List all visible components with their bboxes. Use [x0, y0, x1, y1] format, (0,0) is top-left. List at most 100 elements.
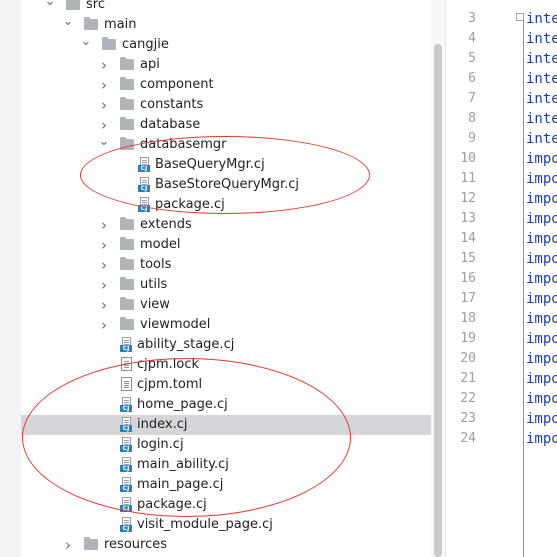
line-number: 16 [460, 271, 476, 286]
code-line[interactable]: inte [526, 129, 557, 149]
code-line[interactable]: impo [526, 329, 557, 349]
code-line[interactable]: impo [526, 189, 557, 209]
chevron-right-icon[interactable]: › [98, 275, 110, 295]
folder-icon [120, 217, 134, 230]
folder-icon [120, 297, 134, 310]
line-number: 17 [460, 291, 476, 306]
tree-file-main-ability-cj[interactable]: CJ main_ability.cj [21, 455, 431, 475]
chevron-down-icon[interactable]: ⌄ [98, 135, 110, 155]
tree-file-cjpm-lock[interactable]: cjpm.lock [21, 355, 431, 375]
code-line[interactable]: impo [526, 249, 557, 269]
code-line[interactable]: impo [526, 429, 557, 449]
tree-folder-api[interactable]: › api [21, 55, 431, 75]
tree-file-main-page-cj[interactable]: CJ main_page.cj [21, 475, 431, 495]
chevron-down-icon[interactable]: ⌄ [44, 0, 56, 15]
line-number: 9 [468, 131, 476, 146]
code-line[interactable]: impo [526, 269, 557, 289]
code-line[interactable]: impo [526, 169, 557, 189]
project-tree[interactable]: ⌄ src ⌄ main ⌄ cangjie › api › component › constant… [21, 0, 431, 557]
tree-item-label: cjpm.toml [137, 377, 203, 392]
tree-file-visit-module-page-cj[interactable]: CJ visit_module_page.cj [21, 515, 431, 535]
tree-file-index-cj[interactable]: CJ index.cj [21, 415, 431, 435]
code-guide-line [523, 20, 524, 557]
tree-folder-constants[interactable]: › constants [21, 95, 431, 115]
tree-folder-view[interactable]: › view [21, 295, 431, 315]
tree-file-package-cj[interactable]: CJ package.cj [21, 195, 431, 215]
chevron-right-icon[interactable]: › [98, 55, 110, 75]
code-line[interactable]: impo [526, 309, 557, 329]
chevron-right-icon[interactable]: › [98, 255, 110, 275]
tree-folder-database[interactable]: › database [21, 115, 431, 135]
cj-file-icon: CJ [120, 457, 133, 472]
tree-item-label: cangjie [122, 37, 169, 52]
tree-item-label: home_page.cj [137, 397, 228, 412]
tree-folder-src[interactable]: ⌄ src [21, 0, 431, 15]
folder-icon [120, 277, 134, 290]
chevron-down-icon[interactable]: ⌄ [80, 35, 92, 55]
tree-folder-cangjie[interactable]: ⌄ cangjie [21, 35, 431, 55]
tree-item-label: component [140, 77, 214, 92]
code-line[interactable]: impo [526, 289, 557, 309]
tree-item-label: ability_stage.cj [137, 337, 235, 352]
code-line[interactable]: inte [526, 109, 557, 129]
cj-file-icon: CJ [120, 437, 133, 452]
line-number: 21 [460, 371, 476, 386]
tree-item-label: database [140, 117, 201, 132]
chevron-right-icon[interactable]: › [98, 75, 110, 95]
tree-folder-resources[interactable]: › resources [21, 535, 431, 555]
chevron-right-icon[interactable]: › [62, 535, 74, 555]
tree-item-label: extends [140, 217, 192, 232]
code-line[interactable]: inte [526, 49, 557, 69]
tree-file-login-cj[interactable]: CJ login.cj [21, 435, 431, 455]
tree-item-label: login.cj [137, 437, 184, 452]
tree-item-label: index.cj [137, 417, 188, 432]
code-editor[interactable]: 3 inte 4 inte 5 inte 6 inte 7 inte 8 inte 9 inte 10 imp… [446, 0, 557, 557]
line-number: 23 [460, 411, 476, 426]
tree-file-cjpm-toml[interactable]: cjpm.toml [21, 375, 431, 395]
code-line[interactable]: impo [526, 209, 557, 229]
chevron-right-icon[interactable]: › [98, 295, 110, 315]
code-line[interactable]: impo [526, 229, 557, 249]
tree-file-ability-stage-cj[interactable]: CJ ability_stage.cj [21, 335, 431, 355]
line-number: 24 [460, 431, 476, 446]
tree-folder-extends[interactable]: › extends [21, 215, 431, 235]
tree-scrollbar-thumb[interactable] [434, 44, 442, 557]
code-line[interactable]: inte [526, 89, 557, 109]
chevron-down-icon[interactable]: ⌄ [62, 15, 74, 35]
tree-folder-utils[interactable]: › utils [21, 275, 431, 295]
tree-item-label: main [104, 17, 137, 32]
chevron-right-icon[interactable]: › [98, 215, 110, 235]
tree-item-label: src [86, 0, 105, 12]
tree-file-home-page-cj[interactable]: CJ home_page.cj [21, 395, 431, 415]
tree-file-basestorequerymgr-cj[interactable]: CJ BaseStoreQueryMgr.cj [21, 175, 431, 195]
code-line[interactable]: impo [526, 349, 557, 369]
tree-folder-main[interactable]: ⌄ main [21, 15, 431, 35]
folder-icon [120, 317, 134, 330]
tree-folder-viewmodel[interactable]: › viewmodel [21, 315, 431, 335]
tree-item-label: tools [140, 257, 172, 272]
folder-icon [120, 97, 134, 110]
chevron-right-icon[interactable]: › [98, 235, 110, 255]
tree-folder-component[interactable]: › component [21, 75, 431, 95]
code-line[interactable]: inte [526, 9, 557, 29]
chevron-right-icon[interactable]: › [98, 315, 110, 335]
code-line[interactable]: impo [526, 149, 557, 169]
line-number: 20 [460, 351, 476, 366]
folder-icon [120, 137, 134, 150]
chevron-right-icon[interactable]: › [98, 115, 110, 135]
tree-folder-databasemgr[interactable]: ⌄ databasemgr [21, 135, 431, 155]
code-line[interactable]: impo [526, 409, 557, 429]
folder-icon [102, 37, 116, 50]
tree-file-package-cj[interactable]: CJ package.cj [21, 495, 431, 515]
tree-item-label: package.cj [137, 497, 207, 512]
code-line[interactable]: inte [526, 69, 557, 89]
code-line[interactable]: impo [526, 389, 557, 409]
tool-window-stripe [0, 0, 22, 557]
tree-folder-model[interactable]: › model [21, 235, 431, 255]
line-number: 7 [468, 91, 476, 106]
tree-file-basequerymgr-cj[interactable]: CJ BaseQueryMgr.cj [21, 155, 431, 175]
code-line[interactable]: inte [526, 29, 557, 49]
tree-folder-tools[interactable]: › tools [21, 255, 431, 275]
code-line[interactable]: impo [526, 369, 557, 389]
chevron-right-icon[interactable]: › [98, 95, 110, 115]
